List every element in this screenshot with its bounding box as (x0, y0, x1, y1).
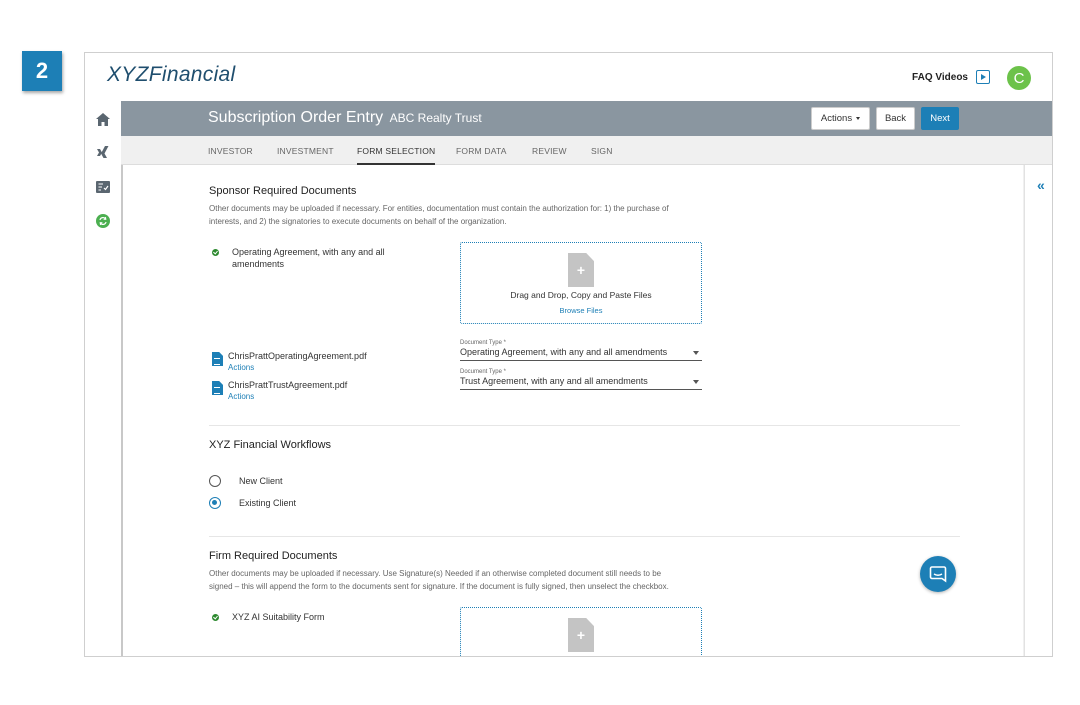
faq-videos-link[interactable]: FAQ Videos (912, 72, 968, 83)
tab-sign[interactable]: SIGN (591, 146, 613, 156)
next-button[interactable]: Next (921, 107, 959, 130)
side-nav (85, 101, 121, 656)
firm-file-dropzone[interactable] (460, 607, 702, 656)
check-circle-icon (212, 614, 219, 621)
dropdown-arrow-icon (693, 351, 699, 355)
sponsor-docs-help-line2: interests, and 2) the signatories to exe… (209, 217, 507, 226)
caret-down-icon (856, 117, 861, 120)
check-circle-icon (212, 249, 219, 256)
dropdown-arrow-icon (693, 380, 699, 384)
document-type-label: Document Type * (460, 369, 506, 375)
workflows-title: XYZ Financial Workflows (209, 439, 332, 451)
requirement-label-line2: amendments (232, 259, 285, 269)
tab-review[interactable]: REVIEW (532, 146, 567, 156)
brand-logo[interactable]: XYZFinancial (107, 63, 236, 87)
document-type-select[interactable]: Operating Agreement, with any and all am… (460, 347, 702, 361)
document-type-value: Trust Agreement, with any and all amendm… (460, 376, 648, 386)
brand-logo-name: Financial (148, 63, 236, 86)
user-avatar[interactable]: C (1007, 66, 1031, 90)
page-title: Subscription Order Entry ABC Realty Trus… (208, 109, 482, 127)
double-chevron-left-icon[interactable]: « (1037, 177, 1045, 193)
pdf-file-icon (212, 352, 223, 366)
brand-logo-prefix: XYZ (107, 63, 149, 86)
file-upload-icon (568, 618, 594, 652)
uploaded-file-name: ChrisPrattTrustAgreement.pdf (228, 380, 348, 390)
chat-bubble-icon (929, 566, 947, 583)
step-tabs: INVESTOR INVESTMENT FORM SELECTION FORM … (121, 136, 1052, 165)
existing-client-label[interactable]: Existing Client (239, 498, 296, 508)
firm-requirement-label: XYZ AI Suitability Form (232, 612, 325, 622)
checklist-icon[interactable] (95, 179, 111, 195)
actions-dropdown-button[interactable]: Actions (811, 107, 870, 130)
right-rail: « (1024, 165, 1052, 656)
requirement-label-line1: Operating Agreement, with any and all (232, 247, 385, 257)
new-client-label[interactable]: New Client (239, 476, 283, 486)
document-type-select[interactable]: Trust Agreement, with any and all amendm… (460, 376, 702, 390)
section-divider (209, 425, 960, 426)
home-icon[interactable] (95, 111, 111, 127)
play-video-icon[interactable] (976, 70, 990, 84)
tab-form-data[interactable]: FORM DATA (456, 146, 507, 156)
file-actions-link[interactable]: Actions (228, 392, 254, 401)
file-dropzone[interactable]: Drag and Drop, Copy and Paste Files Brow… (460, 242, 702, 324)
app-window: XYZFinancial FAQ Videos C Subscription O… (84, 52, 1053, 657)
sync-icon[interactable] (95, 213, 111, 229)
uploaded-file-name: ChrisPrattOperatingAgreement.pdf (228, 351, 367, 361)
document-type-label: Document Type * (460, 340, 506, 346)
page-header: Subscription Order Entry ABC Realty Trus… (121, 101, 1052, 136)
browse-files-link[interactable]: Browse Files (461, 306, 701, 315)
sponsor-docs-help-line1: Other documents may be uploaded if neces… (209, 204, 669, 213)
main-content: Subscription Order Entry ABC Realty Trus… (121, 101, 1052, 656)
existing-client-radio[interactable] (209, 497, 221, 509)
section-divider (209, 536, 960, 537)
actions-button-label: Actions (820, 113, 853, 124)
firm-docs-help-line2: signed – this will append the form to th… (209, 582, 669, 591)
xing-icon[interactable] (95, 145, 111, 161)
page-title-text: Subscription Order Entry (208, 109, 384, 126)
tab-form-selection[interactable]: FORM SELECTION (357, 146, 436, 165)
top-bar: XYZFinancial FAQ Videos C (85, 53, 1052, 101)
form-panel: Sponsor Required Documents Other documen… (121, 165, 1023, 656)
tab-investor[interactable]: INVESTOR (208, 146, 253, 156)
dropzone-text: Drag and Drop, Copy and Paste Files (510, 290, 652, 300)
file-actions-link[interactable]: Actions (228, 363, 254, 372)
firm-docs-help-line1: Other documents may be uploaded if neces… (209, 569, 662, 578)
back-button[interactable]: Back (876, 107, 915, 130)
pdf-file-icon (212, 381, 223, 395)
step-number-badge: 2 (22, 51, 62, 91)
tab-investment[interactable]: INVESTMENT (277, 146, 334, 156)
sponsor-docs-title: Sponsor Required Documents (209, 185, 357, 197)
new-client-radio[interactable] (209, 475, 221, 487)
page-subtitle: ABC Realty Trust (389, 111, 482, 125)
chat-support-button[interactable] (920, 556, 956, 592)
document-type-value: Operating Agreement, with any and all am… (460, 347, 668, 357)
file-upload-icon (568, 253, 594, 287)
firm-docs-title: Firm Required Documents (209, 550, 338, 562)
